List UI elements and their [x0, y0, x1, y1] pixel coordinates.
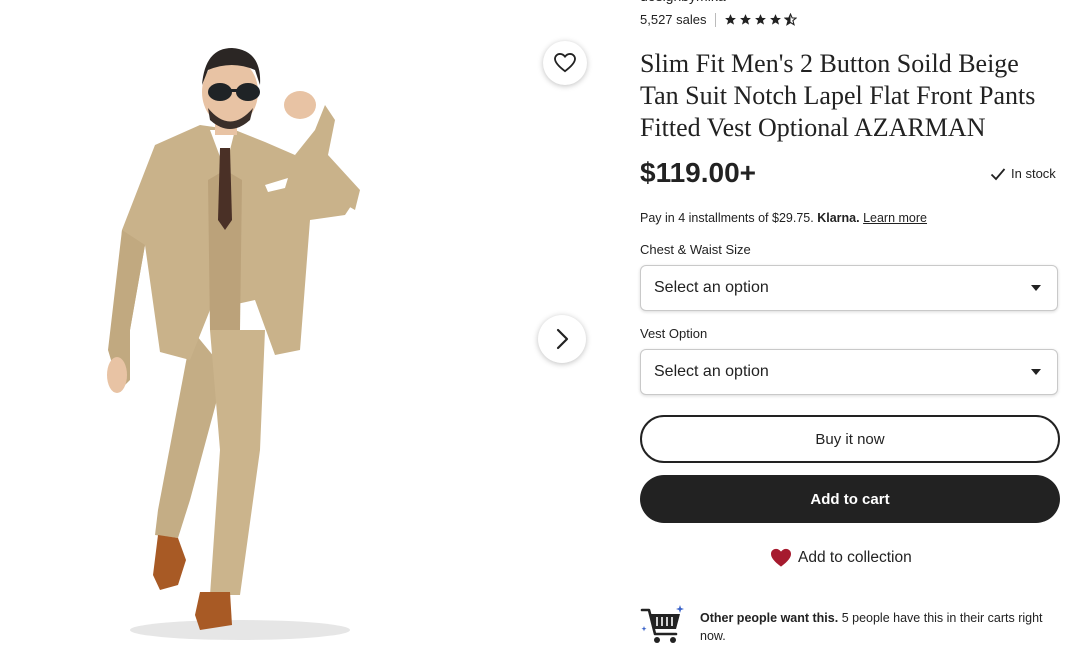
- caret-down-icon: [1031, 285, 1041, 291]
- heart-filled-icon: [771, 548, 791, 567]
- rating-stars[interactable]: [724, 13, 797, 26]
- add-to-collection-label: Add to collection: [798, 549, 912, 566]
- stock-status: In stock: [990, 166, 1056, 181]
- add-to-collection-button[interactable]: Add to collection: [770, 548, 912, 568]
- chest-waist-select[interactable]: Select an option: [640, 265, 1058, 311]
- shop-meta: 5,527 sales: [640, 12, 797, 27]
- add-to-cart-button[interactable]: Add to cart: [640, 475, 1060, 523]
- star-icon: [754, 14, 766, 25]
- listing-title: Slim Fit Men's 2 Button Soild Beige Tan …: [640, 49, 1036, 142]
- demand-headline: Other people want this.: [700, 611, 839, 625]
- star-icon: [724, 14, 736, 25]
- buy-it-now-button[interactable]: Buy it now: [640, 415, 1060, 463]
- chest-waist-label: Chest & Waist Size: [640, 242, 751, 257]
- demand-notice: Other people want this. 5 people have th…: [640, 604, 1060, 646]
- star-icon: [769, 14, 781, 25]
- shopping-cart-icon: [640, 605, 684, 643]
- chest-waist-select-value: Select an option: [654, 279, 769, 296]
- klarna-label: Klarna.: [817, 211, 860, 225]
- demand-text: Other people want this. 5 people have th…: [700, 609, 1060, 645]
- installments-info: Pay in 4 installments of $29.75. Klarna.…: [640, 211, 927, 225]
- stock-label: In stock: [1011, 166, 1056, 181]
- star-icon: [739, 14, 751, 25]
- heart-outline-icon: [554, 53, 576, 73]
- caret-down-icon: [1031, 369, 1041, 375]
- product-image: [107, 48, 360, 640]
- shop-name-link[interactable]: designbymika: [640, 0, 726, 4]
- installments-text: Pay in 4 installments of $29.75.: [640, 211, 814, 225]
- learn-more-link[interactable]: Learn more: [863, 211, 927, 225]
- favorite-button[interactable]: [543, 41, 587, 85]
- star-half-icon: [783, 13, 797, 26]
- chevron-right-icon: [556, 328, 569, 350]
- vest-option-label: Vest Option: [640, 326, 708, 341]
- next-image-button[interactable]: [538, 315, 586, 363]
- sales-count: 5,527 sales: [640, 12, 707, 27]
- vest-option-select[interactable]: Select an option: [640, 349, 1058, 395]
- check-icon: [990, 167, 1006, 180]
- listing-image-gallery: [0, 0, 610, 656]
- vest-option-select-value: Select an option: [654, 363, 769, 380]
- divider: [714, 12, 716, 27]
- price: $119.00+: [640, 157, 757, 188]
